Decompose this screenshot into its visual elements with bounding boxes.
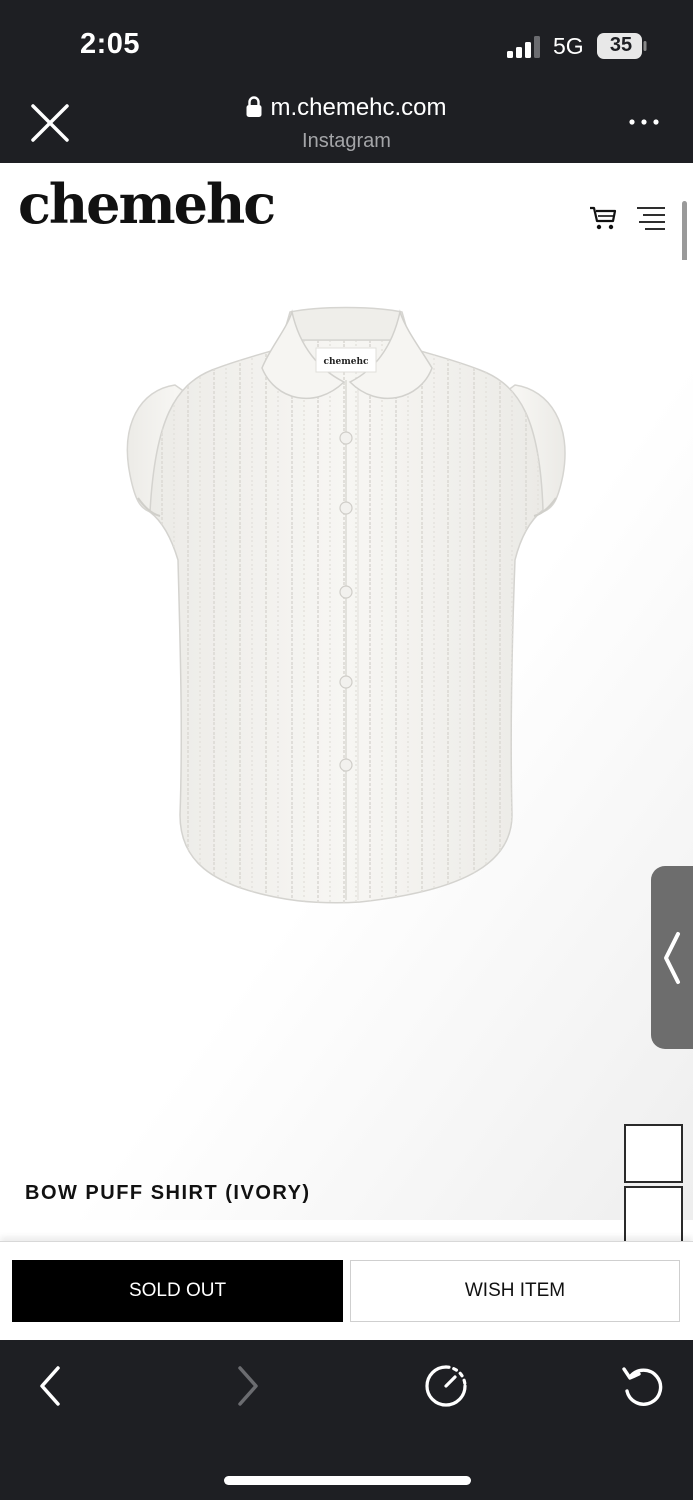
thumbnail-2[interactable]: [624, 1186, 683, 1245]
thumbnail-1[interactable]: [624, 1124, 683, 1183]
status-time: 2:05: [80, 28, 141, 60]
product-image[interactable]: chemehc: [0, 260, 693, 1220]
chevron-left-icon[interactable]: [34, 1364, 66, 1408]
product-name: BOW PUFF SHIRT (IVORY): [25, 1182, 311, 1204]
speed-dial-icon[interactable]: [423, 1363, 469, 1409]
site-logo[interactable]: chemehc: [18, 172, 276, 236]
reload-icon[interactable]: [620, 1363, 666, 1409]
network-type: 5G: [553, 33, 584, 59]
battery-level: 35: [609, 34, 633, 56]
lock-icon: [246, 96, 262, 117]
more-icon[interactable]: [626, 108, 662, 136]
url-text: m.chemehc.com: [270, 94, 447, 121]
chevron-left-icon: [664, 932, 680, 984]
menu-icon[interactable]: [637, 206, 665, 230]
neck-label-text: chemehc: [323, 357, 369, 367]
source-app-label: Instagram: [302, 130, 391, 152]
wish-item-button[interactable]: WISH ITEM: [350, 1260, 680, 1322]
chevron-right-icon[interactable]: [232, 1364, 264, 1408]
address-bar[interactable]: m.chemehc.com: [0, 94, 693, 122]
cart-icon[interactable]: [589, 205, 617, 231]
sold-out-button[interactable]: SOLD OUT: [12, 1260, 343, 1322]
home-indicator[interactable]: [224, 1476, 471, 1485]
signal-icon: [507, 36, 540, 58]
